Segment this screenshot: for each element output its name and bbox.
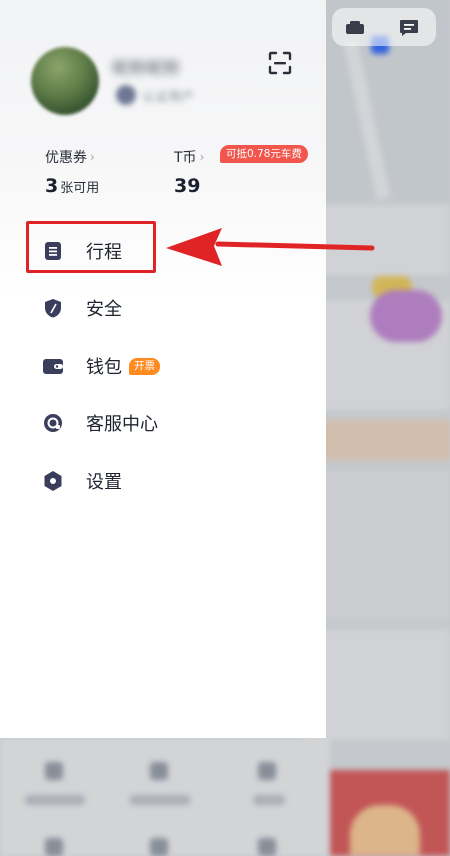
tcoins-label: T币 — [174, 150, 197, 166]
shield-icon — [40, 295, 66, 321]
coupons-label: 优惠券 — [45, 150, 87, 166]
menu-item-wallet[interactable]: 钱包 开票 — [40, 348, 160, 384]
tcoins-link[interactable]: T币 › — [174, 147, 204, 167]
scan-button[interactable] — [266, 49, 294, 77]
wallet-icon — [40, 353, 66, 379]
tcoins-badge: 可抵0.78元车费 — [220, 145, 308, 163]
tcoins-amount: 39 — [174, 175, 201, 197]
user-subtitle: 认证用户 — [116, 85, 194, 105]
settings-hexagon-icon — [40, 468, 66, 494]
coupons-link[interactable]: 优惠券 › — [45, 147, 95, 167]
message-icon[interactable] — [398, 18, 420, 38]
coupons-value[interactable]: 3 张可用 — [45, 175, 99, 197]
headset-icon — [40, 410, 66, 436]
annotation-highlight-box — [26, 221, 156, 273]
chevron-right-icon: › — [199, 150, 205, 164]
coupons-count: 3 — [45, 175, 59, 197]
menu-label-wallet: 钱包 — [86, 357, 122, 378]
verified-icon — [116, 85, 136, 105]
menu-label-support: 客服中心 — [86, 414, 158, 435]
side-drawer: 昵称昵称 认证用户 优惠券 › 3 张可用 T币 › 可抵0.78元车费 39 … — [0, 0, 326, 738]
user-name[interactable]: 昵称昵称 — [112, 54, 180, 79]
scan-icon — [268, 51, 292, 75]
user-subtitle-text: 认证用户 — [142, 89, 195, 105]
menu-label-settings: 设置 — [86, 472, 122, 493]
coupons-unit: 张可用 — [60, 181, 100, 196]
avatar[interactable] — [31, 47, 99, 115]
ticket-icon[interactable] — [344, 18, 366, 38]
menu-label-safety: 安全 — [86, 299, 122, 320]
background-top-actions — [332, 8, 436, 46]
chevron-right-icon: › — [90, 150, 95, 164]
invoice-badge: 开票 — [129, 357, 160, 375]
annotation-arrow-icon — [166, 228, 375, 266]
menu-item-support[interactable]: 客服中心 — [40, 405, 158, 441]
menu-item-settings[interactable]: 设置 — [40, 463, 122, 499]
menu-item-safety[interactable]: 安全 — [40, 290, 122, 326]
tcoins-value[interactable]: 39 — [174, 175, 200, 197]
